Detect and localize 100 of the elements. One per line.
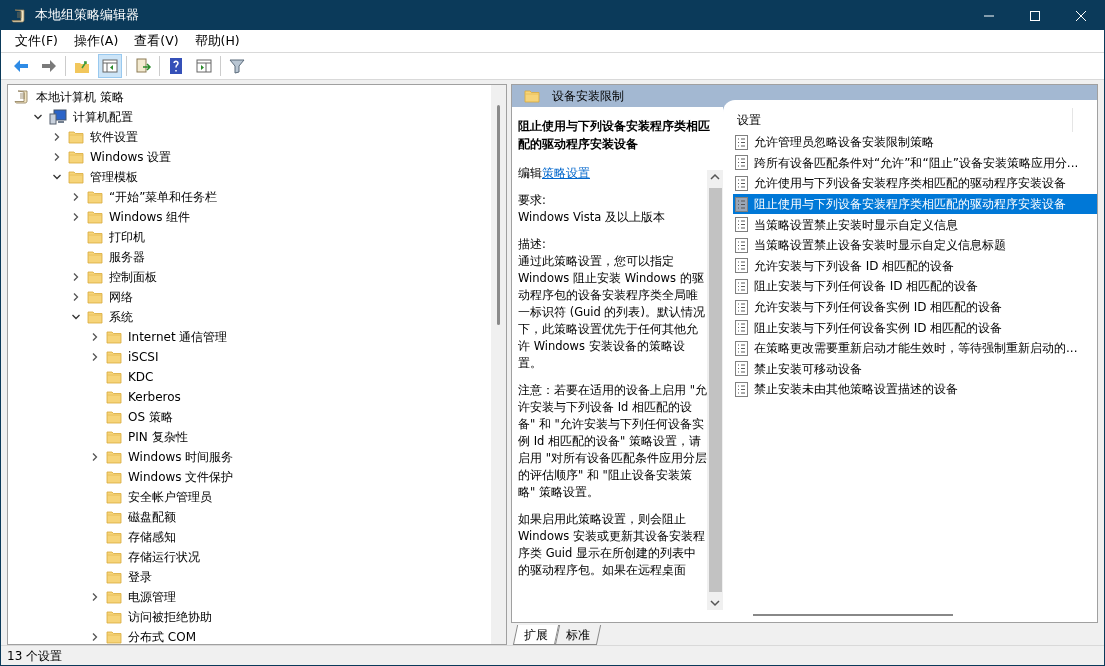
tree-item[interactable]: Internet 通信管理 [128,328,228,346]
policy-icon [735,381,748,397]
tree-item[interactable]: 系统 [109,308,133,326]
folder-icon [87,270,103,284]
section-heading: 要求: [518,192,547,209]
expand-chevron-icon[interactable] [90,592,100,602]
tree-item[interactable]: 存储运行状况 [128,548,200,566]
folder-icon [87,210,103,224]
policy-row[interactable]: 在策略更改需要重新启动才能生效时，等待强制重新启动的... [733,337,1097,359]
scroll-icon [11,7,27,24]
policy-row[interactable]: 禁止安装可移动设备 [733,358,1097,380]
tree-item[interactable]: 登录 [128,568,152,586]
policy-row[interactable]: 当策略设置禁止安装时显示自定义信息 [733,214,1097,235]
section-heading: 描述: [518,236,547,253]
description-text: 如果启用此策略设置，则会阻止 Windows 安装或更新其设备安装程序类 Guid 显示在所创建的列表中的驱动程序包。如果在远程桌面 [518,511,706,579]
policy-row[interactable]: 阻止安装与下列任何设备 ID 相匹配的设备 [733,276,1097,297]
policy-icon [735,217,748,233]
policy-icon [735,320,748,336]
policy-row[interactable]: 阻止使用与下列设备安装程序类相匹配的驱动程序安装设备 [733,193,1097,215]
pane-icon [101,57,119,75]
expand-chevron-icon[interactable] [90,452,100,462]
folder-icon [106,590,122,604]
policy-row[interactable]: 允许安装与下列设备 ID 相匹配的设备 [733,255,1097,277]
view-tab[interactable]: 扩展 [512,625,560,645]
tree-item[interactable]: Windows 文件保护 [128,468,234,486]
edit-label: 编辑 [518,166,542,180]
folder-icon [106,470,122,484]
tree-item[interactable]: 管理模板 [90,168,138,186]
tree-item[interactable]: 磁盘配额 [128,508,176,526]
policy-icon [735,299,748,315]
menu-item[interactable]: 帮助(H) [186,31,248,51]
folder-icon [87,190,103,204]
folder-icon [106,430,122,444]
folder-icon [106,630,122,644]
folder-icon [106,390,122,404]
folder-icon [68,170,84,184]
show-hide-tree-button[interactable] [98,54,122,78]
view-tab[interactable]: 标准 [554,625,602,645]
horizontal-scrollbar[interactable] [753,614,953,616]
folder-icon [106,610,122,624]
collapse-chevron-icon[interactable] [71,312,81,322]
policy-row[interactable]: 允许安装与下列任何设备实例 ID 相匹配的设备 [733,296,1097,318]
status-text: 13 个设置 [7,647,63,665]
policy-row[interactable]: 允许使用与下列设备安装程序类相匹配的驱动程序安装设备 [733,173,1097,194]
collapse-chevron-icon[interactable] [33,112,43,122]
tree-item[interactable]: 存储感知 [128,528,176,546]
policy-row[interactable]: 当策略设置禁止设备安装时显示自定义信息标题 [733,234,1097,256]
menu-item[interactable]: 操作(A) [65,31,127,51]
folder-icon [106,530,122,544]
tree-item[interactable]: PIN 复杂性 [128,428,188,446]
policy-icon [735,237,748,253]
policy-row[interactable]: 允许管理员忽略设备安装限制策略 [733,132,1097,153]
policy-title: 阻止使用与下列设备安装程序类相匹配的驱动程序安装设备 [518,118,711,153]
scrollbar[interactable] [707,170,723,610]
tree-item[interactable]: Kerberos [128,388,181,406]
policy-settings-link[interactable]: 策略设置 [542,166,590,180]
menu-item[interactable]: 文件(F) [7,31,66,51]
folder-icon [106,410,122,424]
tree-item[interactable]: “开始”菜单和任务栏 [109,188,218,206]
scrollbar[interactable] [491,85,506,644]
expand-chevron-icon[interactable] [90,632,100,642]
tree-item[interactable]: 打印机 [109,228,145,246]
policy-icon [735,196,748,212]
policy-icon [735,176,748,191]
tree-item[interactable]: Windows 设置 [90,148,172,166]
column-header[interactable]: 设置 [733,108,1073,132]
tree-item[interactable]: 安全帐户管理员 [128,488,212,506]
tree-item[interactable]: iSCSI [128,348,159,366]
policy-row[interactable]: 阻止安装与下列任何设备实例 ID 相匹配的设备 [733,317,1097,338]
policy-row[interactable]: 跨所有设备匹配条件对“允许”和“阻止”设备安装策略应用分... [733,152,1097,174]
scroll-icon [14,89,30,105]
folder-icon [106,490,122,504]
maximize-icon [1030,10,1040,21]
policy-row[interactable]: 禁止安装未由其他策略设置描述的设备 [733,379,1097,400]
tree-item[interactable]: 网络 [109,288,133,306]
folder-icon [87,310,103,324]
tree-item[interactable]: Windows 时间服务 [128,448,234,466]
policy-icon [735,134,748,150]
tree-item[interactable]: 服务器 [109,248,145,266]
tree-item[interactable]: Windows 组件 [109,208,191,226]
tree-item[interactable]: 访问被拒绝协助 [128,608,212,626]
policy-icon [735,340,748,356]
description-text: 通过此策略设置，您可以指定 Windows 阻止安装 Windows 的驱动程序包的设备安装程序类全局唯一标识符 (Guid 的列表)。默认情况下，此策略设置优先于任何其他允许 Windows 安装设备的策略设置。 [518,253,706,372]
tree-item[interactable]: 计算机配置 [73,108,133,126]
category-header: 设备安装限制 [552,88,624,105]
folder-icon [87,290,103,304]
menu-item[interactable]: 查看(V) [126,31,187,51]
tree-item[interactable]: 分布式 COM [128,628,196,644]
tree-item[interactable]: 本地计算机 策略 [36,88,124,106]
tree-item[interactable]: 软件设置 [90,128,138,146]
folder-icon [106,570,122,584]
policy-icon [735,155,748,171]
window-title: 本地组策略编辑器 [35,6,139,25]
filter-icon [228,57,246,75]
tree-item[interactable]: OS 策略 [128,408,173,426]
tree-item[interactable]: 控制面板 [109,268,157,286]
tree-item[interactable]: KDC [128,368,154,386]
collapse-chevron-icon[interactable] [52,172,62,182]
folder-icon [106,510,122,524]
tree-item[interactable]: 电源管理 [128,588,176,606]
